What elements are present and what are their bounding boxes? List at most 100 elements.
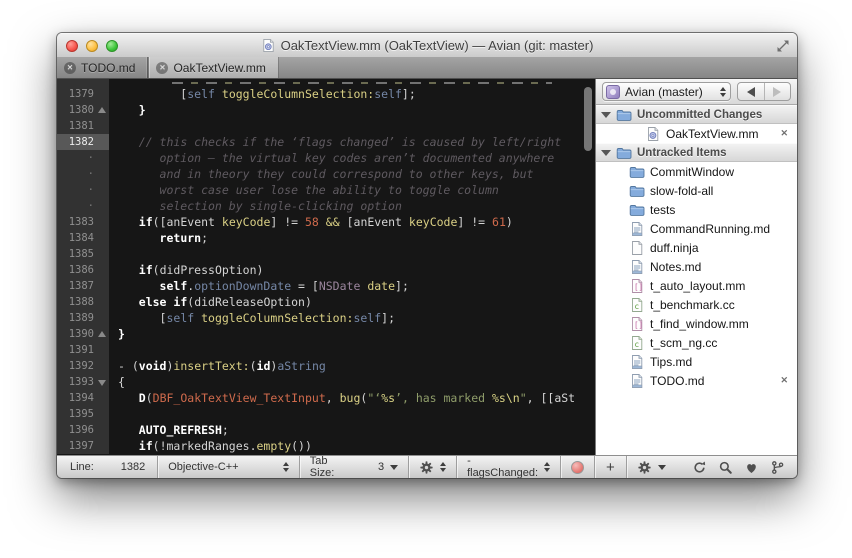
item-label: CommitWindow	[650, 165, 734, 179]
gutter-line-number: 1396	[57, 422, 109, 438]
folder-icon	[629, 164, 645, 180]
tab-close-icon[interactable]: ✕	[156, 62, 168, 74]
branch-selector-popup[interactable]: Avian (master)	[602, 82, 731, 101]
editor-scrollbar-thumb[interactable]	[584, 87, 592, 151]
cc-file-icon: c	[629, 297, 645, 313]
code-text[interactable]	[109, 246, 595, 262]
disclosure-triangle-icon[interactable]	[601, 112, 611, 118]
code-text[interactable]	[109, 406, 595, 422]
code-line: 1389 [self toggleColumnSelection:self];	[57, 310, 595, 326]
repository-icon	[606, 85, 620, 99]
fold-marker-icon[interactable]	[98, 331, 106, 337]
tab-todo-md[interactable]: ✕ TODO.md	[57, 57, 148, 78]
code-text[interactable]: if(!markedRanges.empty())	[109, 438, 595, 454]
close-icon[interactable]: ✕	[780, 375, 788, 386]
close-window-button[interactable]	[66, 40, 78, 52]
code-editor[interactable]: 1379 [self toggleColumnSelection:self];1…	[57, 79, 595, 455]
gutter-line-number: 1395	[57, 406, 109, 422]
list-item-t-scm-ng-cc[interactable]: ct_scm_ng.cc	[596, 333, 797, 352]
oak-file-icon	[645, 126, 661, 142]
record-macro-button[interactable]	[571, 461, 584, 474]
git-sidebar: Avian (master) Uncommitted Changes OakTex…	[595, 79, 797, 455]
list-item-t-benchmark-cc[interactable]: c t_benchmark.cc	[596, 295, 797, 314]
tab-close-icon[interactable]: ✕	[64, 62, 76, 74]
tab-label: TODO.md	[81, 61, 135, 75]
fullscreen-icon[interactable]	[776, 39, 790, 53]
list-item-commitwindow[interactable]: CommitWindow	[596, 162, 797, 181]
code-text[interactable]: AUTO_REFRESH;	[109, 422, 595, 438]
list-item-t-auto-layout-mm[interactable]: []t_auto_layout.mm	[596, 276, 797, 295]
fold-marker-icon[interactable]	[98, 380, 106, 386]
item-label: Uncommitted Changes	[637, 109, 762, 121]
minimize-window-button[interactable]	[86, 40, 98, 52]
code-text[interactable]: }	[109, 326, 595, 342]
gutter-line-number: 1388	[57, 294, 109, 310]
code-text[interactable]: selection by single-clicking option	[109, 198, 595, 214]
zoom-window-button[interactable]	[106, 40, 118, 52]
list-item-notes-md[interactable]: Notes.md	[596, 257, 797, 276]
list-item-duff-ninja[interactable]: duff.ninja	[596, 238, 797, 257]
svg-text:[]: []	[634, 320, 643, 329]
app-window: OakTextView.mm (OakTextView) — Avian (gi…	[57, 33, 797, 478]
sidebar-actions-button[interactable]	[627, 456, 676, 478]
code-line: 1392- (void)insertText:(id)aString	[57, 358, 595, 374]
code-text[interactable]: }	[109, 102, 595, 118]
code-line: 1380 }	[57, 102, 595, 118]
add-item-button[interactable]: +	[595, 457, 626, 478]
code-text[interactable]	[109, 118, 595, 134]
forward-button[interactable]	[765, 83, 791, 100]
item-label: TODO.md	[650, 374, 704, 388]
gutter-line-number: 1389	[57, 310, 109, 326]
group-header-uncommitted-changes[interactable]: Uncommitted Changes	[596, 105, 797, 124]
code-text[interactable]: {	[109, 374, 595, 390]
disclosure-triangle-icon[interactable]	[601, 150, 611, 156]
code-text[interactable]: else if(didReleaseOption)	[109, 294, 595, 310]
tab-size-selector[interactable]: Tab Size: 3	[300, 456, 408, 478]
refresh-button[interactable]	[692, 460, 707, 475]
close-icon[interactable]: ✕	[780, 128, 788, 139]
code-line: 1386 if(didPressOption)	[57, 262, 595, 278]
code-text[interactable]: worst case user lose the ability to togg…	[109, 182, 595, 198]
popup-stepper-icon	[544, 462, 550, 472]
code-text[interactable]: self.optionDownDate = [NSDate date];	[109, 278, 595, 294]
list-item-todo-md[interactable]: TODO.md ✕	[596, 371, 797, 390]
favorites-heart-button[interactable]	[744, 460, 759, 475]
mm-file-icon: []	[629, 316, 645, 332]
git-branch-button[interactable]	[770, 460, 785, 475]
code-text[interactable]: and in theory they could correspond to o…	[109, 166, 595, 182]
list-item-tips-md[interactable]: Tips.md	[596, 352, 797, 371]
code-text[interactable]: // this checks if the ‘flags changed’ is…	[109, 134, 595, 150]
list-item-t-find-window-mm[interactable]: []t_find_window.mm	[596, 314, 797, 333]
code-text[interactable]: if([anEvent keyCode] != 58 && [anEvent k…	[109, 214, 595, 230]
svg-text:c: c	[634, 340, 639, 349]
code-text[interactable]: option — the virtual key codes aren’t do…	[109, 150, 595, 166]
tab-label: OakTextView.mm	[173, 61, 265, 75]
list-item-slow-fold-all[interactable]: slow-fold-all	[596, 181, 797, 200]
fold-marker-icon[interactable]	[98, 107, 106, 113]
code-line: 1393{	[57, 374, 595, 390]
list-item-tests[interactable]: tests	[596, 200, 797, 219]
language-selector[interactable]: Objective-C++	[158, 456, 299, 478]
bundle-actions-selector[interactable]	[409, 456, 456, 478]
code-line: 1388 else if(didReleaseOption)	[57, 294, 595, 310]
list-item-oaktextview-mm[interactable]: OakTextView.mm✕	[596, 124, 797, 143]
code-text[interactable]: [self toggleColumnSelection:self];	[109, 86, 595, 102]
code-text[interactable]: if(didPressOption)	[109, 262, 595, 278]
search-button[interactable]	[718, 460, 733, 475]
folder-icon	[629, 183, 645, 199]
title-bar[interactable]: OakTextView.mm (OakTextView) — Avian (gi…	[57, 33, 797, 57]
window-title: OakTextView.mm (OakTextView) — Avian (gi…	[281, 38, 594, 53]
folder-icon	[616, 107, 632, 123]
code-text[interactable]: - (void)insertText:(id)aString	[109, 358, 595, 374]
code-text[interactable]	[109, 342, 595, 358]
md-file-icon	[629, 354, 645, 370]
back-button[interactable]	[738, 83, 765, 100]
code-text[interactable]: D(DBF_OakTextView_TextInput, bug("‘%s’, …	[109, 390, 595, 406]
group-header-untracked-items[interactable]: Untracked Items	[596, 143, 797, 162]
tab-oaktextview-mm[interactable]: ✕ OakTextView.mm	[148, 57, 278, 78]
code-text[interactable]: return;	[109, 230, 595, 246]
code-text[interactable]: [self toggleColumnSelection:self];	[109, 310, 595, 326]
item-label: t_benchmark.cc	[650, 298, 735, 312]
symbol-selector[interactable]: - flagsChanged:	[457, 456, 560, 478]
list-item-commandrunning-md[interactable]: CommandRunning.md	[596, 219, 797, 238]
